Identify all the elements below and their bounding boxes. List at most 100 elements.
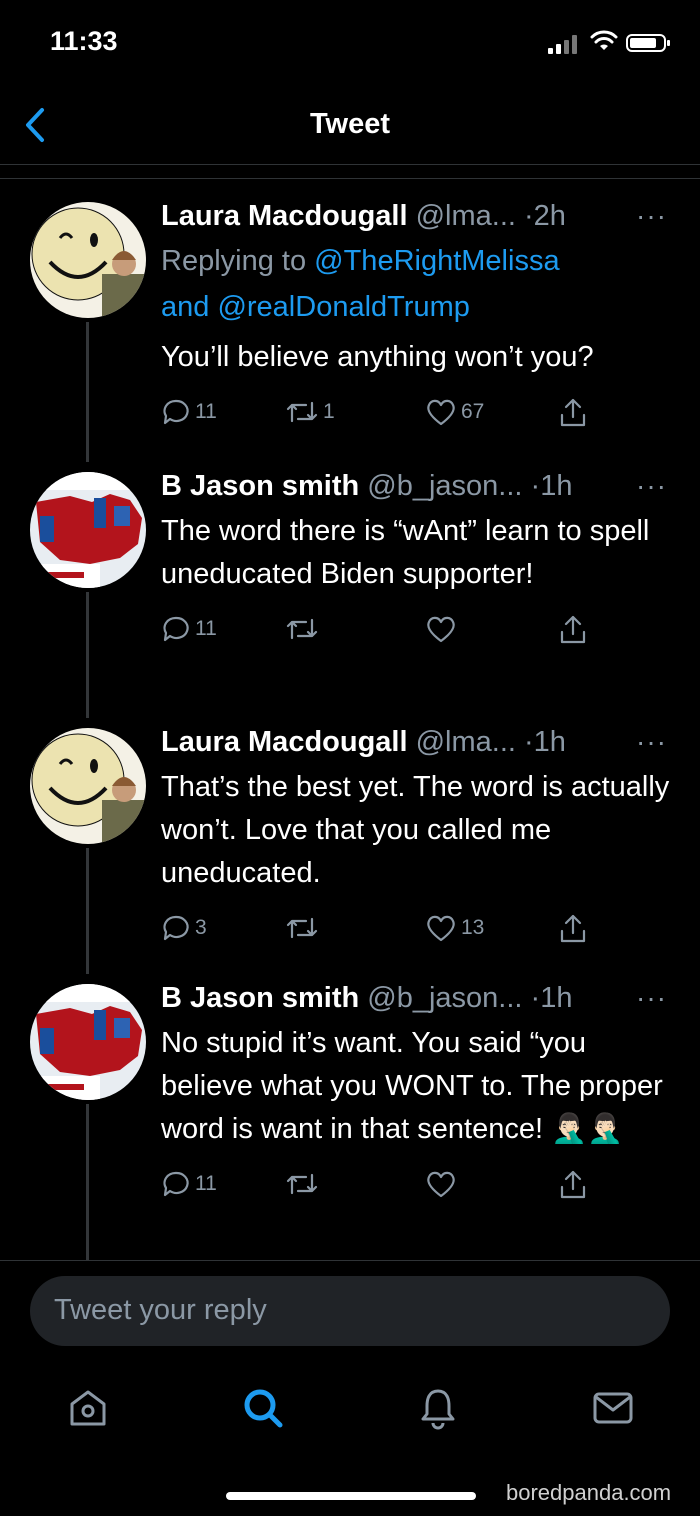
display-name[interactable]: Laura Macdougall <box>161 200 408 232</box>
like-button[interactable]: 13 <box>425 913 484 943</box>
retweet-icon <box>286 917 318 939</box>
tweet-header: Laura Macdougall @lma... ·1h ··· <box>161 724 681 760</box>
tab-home[interactable] <box>66 1386 110 1435</box>
tab-notifications[interactable] <box>416 1386 460 1435</box>
display-name[interactable]: B Jason smith <box>161 470 359 502</box>
more-options-icon[interactable]: ··· <box>636 198 667 234</box>
avatar[interactable] <box>30 202 146 318</box>
heart-icon <box>427 399 455 426</box>
bell-icon <box>421 1389 455 1430</box>
replying-prefix: Replying to <box>161 245 307 277</box>
reply-icon <box>163 399 189 425</box>
tweet-text: No stupid it’s want. You said “you belie… <box>161 1027 663 1145</box>
tab-messages[interactable] <box>591 1386 635 1435</box>
more-options-icon[interactable]: ··· <box>636 724 667 760</box>
status-bar: 11:33 <box>0 0 700 86</box>
share-button[interactable] <box>557 614 589 646</box>
like-count: 67 <box>461 400 485 423</box>
reply-input[interactable]: Tweet your reply <box>30 1276 670 1346</box>
thread-line <box>86 322 89 462</box>
reply-button[interactable]: 11 <box>161 1169 217 1199</box>
smiley-avatar-image <box>30 728 146 844</box>
watermark: boredpanda.com <box>506 1480 672 1505</box>
more-options-icon[interactable]: ··· <box>636 980 667 1016</box>
reply-button[interactable]: 3 <box>161 913 207 943</box>
thread-line <box>86 1104 89 1260</box>
tweet-actions: 3 13 <box>161 913 681 953</box>
divider <box>0 178 700 179</box>
reply-button[interactable]: 11 <box>161 397 217 427</box>
replying-to: Replying to @TheRightMelissa and @realDo… <box>161 238 681 330</box>
more-options-icon[interactable]: ··· <box>636 468 667 504</box>
tweet-header: B Jason smith @b_jason... ·1h ··· <box>161 468 681 504</box>
like-count: 13 <box>461 916 485 939</box>
nav-bar: Tweet <box>0 86 700 165</box>
display-name[interactable]: B Jason smith <box>161 982 359 1014</box>
retweet-icon <box>286 618 318 640</box>
tweet-text: You’ll believe anything won’t you? <box>161 341 594 373</box>
tweet-time: ·1h <box>530 982 573 1014</box>
reply-count: 11 <box>195 400 217 423</box>
user-handle[interactable]: @lma... <box>416 200 516 232</box>
wifi-icon <box>590 30 618 57</box>
tweet-text: That’s the best yet. The word is actuall… <box>161 771 670 889</box>
search-icon <box>244 1389 283 1428</box>
retweet-button[interactable] <box>285 1169 323 1199</box>
avatar[interactable] <box>30 728 146 844</box>
tweet-time: ·1h <box>530 470 573 502</box>
reply-placeholder: Tweet your reply <box>54 1294 267 1326</box>
share-icon <box>560 615 586 644</box>
reply-count: 3 <box>195 916 207 939</box>
battery-icon <box>626 34 670 52</box>
retweet-icon <box>286 401 318 423</box>
avatar[interactable] <box>30 984 146 1100</box>
tweet-actions: 11 <box>161 1169 681 1209</box>
user-handle[interactable]: @b_jason... <box>367 982 522 1014</box>
mention-link[interactable]: @TheRightMelissa <box>314 245 559 277</box>
reply-count: 11 <box>195 1172 217 1195</box>
tweet-header: B Jason smith @b_jason... ·1h ··· <box>161 980 681 1016</box>
electoral-map-avatar-image <box>30 472 146 588</box>
like-button[interactable] <box>425 1169 461 1199</box>
share-icon <box>560 1170 586 1199</box>
user-handle[interactable]: @lma... <box>416 726 516 758</box>
tab-bar <box>0 1378 700 1438</box>
heart-icon <box>427 915 455 942</box>
share-icon <box>560 398 586 427</box>
reply-count: 11 <box>195 617 217 640</box>
tweet-header: Laura Macdougall @lma... ·2h ··· <box>161 198 681 234</box>
replying-and: and <box>161 291 210 323</box>
tweet-time: ·2h <box>524 200 566 232</box>
retweet-button[interactable] <box>285 614 323 644</box>
tweet-actions: 11 1 67 <box>161 397 681 437</box>
reply-button[interactable]: 11 <box>161 614 217 644</box>
page-title: Tweet <box>309 108 391 140</box>
user-handle[interactable]: @b_jason... <box>367 470 522 502</box>
home-icon <box>70 1390 106 1426</box>
heart-icon <box>427 616 455 643</box>
retweet-button[interactable]: 1 <box>285 397 335 427</box>
reply-icon <box>163 1171 189 1197</box>
thread-line <box>86 592 89 718</box>
divider <box>0 1260 700 1261</box>
share-button[interactable] <box>557 397 589 429</box>
thread-line <box>86 848 89 974</box>
retweet-button[interactable] <box>285 913 323 943</box>
share-button[interactable] <box>557 913 589 945</box>
status-time: 11:33 <box>50 26 118 56</box>
mail-icon <box>593 1392 633 1424</box>
reply-icon <box>163 915 189 941</box>
display-name[interactable]: Laura Macdougall <box>161 726 408 758</box>
tweet-actions: 11 <box>161 614 681 654</box>
avatar[interactable] <box>30 472 146 588</box>
like-button[interactable]: 67 <box>425 397 484 427</box>
share-button[interactable] <box>557 1169 589 1201</box>
like-button[interactable] <box>425 614 461 644</box>
reply-icon <box>163 616 189 642</box>
retweet-count: 1 <box>323 400 335 423</box>
mention-link[interactable]: @realDonaldTrump <box>217 291 469 323</box>
tab-search[interactable] <box>241 1386 285 1435</box>
retweet-icon <box>286 1173 318 1195</box>
signal-icon <box>548 34 582 54</box>
home-indicator[interactable] <box>226 1492 476 1500</box>
